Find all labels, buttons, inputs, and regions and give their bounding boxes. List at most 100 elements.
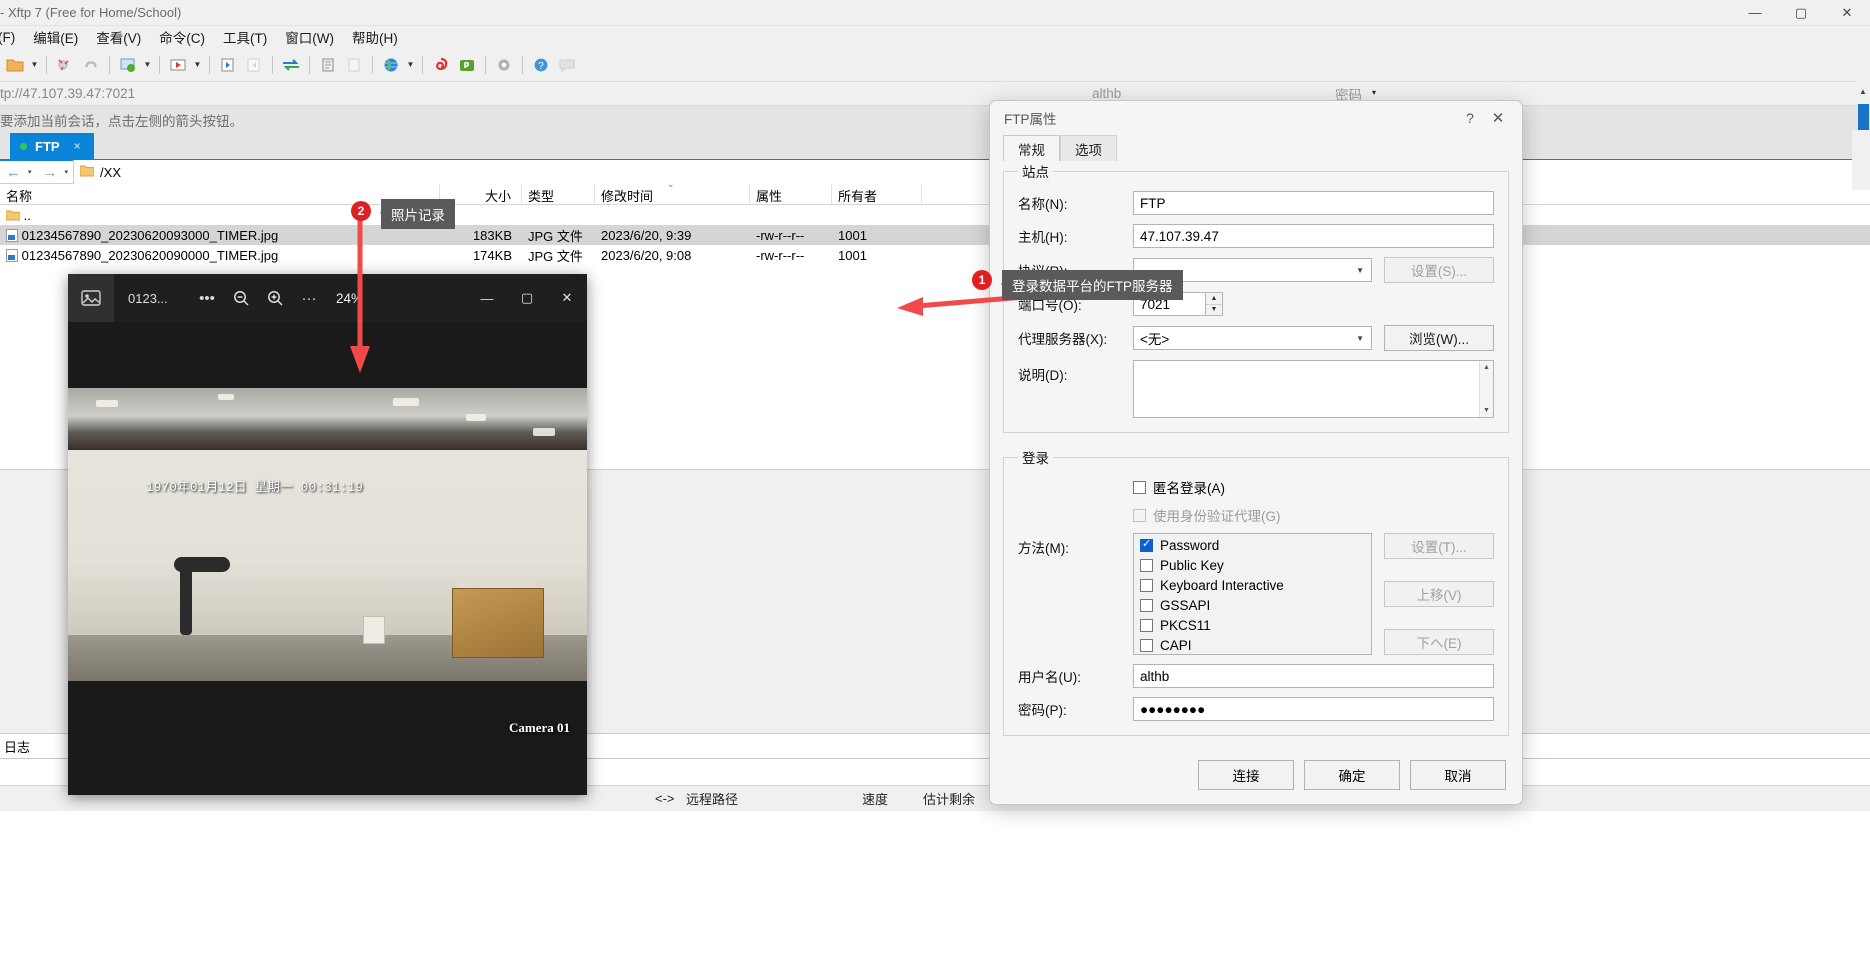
column-header-owner[interactable]: 所有者 bbox=[832, 184, 922, 204]
feedback-icon bbox=[554, 52, 580, 78]
photo-light-5 bbox=[533, 428, 555, 436]
login-username-row: 用户名(U): althb bbox=[1018, 664, 1494, 688]
column-header-name[interactable]: 名称 bbox=[0, 184, 440, 204]
photo-close-button[interactable]: ✕ bbox=[547, 274, 587, 322]
method-pkcs11-item[interactable]: PKCS11 bbox=[1140, 618, 1371, 633]
zoom-out-icon[interactable] bbox=[224, 274, 258, 322]
column-header-type[interactable]: 类型 bbox=[522, 184, 595, 204]
photo-overflow-icon[interactable]: ··· bbox=[292, 274, 326, 322]
tab-options[interactable]: 选项 bbox=[1060, 135, 1117, 161]
menu-window[interactable]: 窗口(W) bbox=[277, 25, 342, 49]
description-scrollbar[interactable]: ▲ ▼ bbox=[1479, 361, 1493, 417]
table-row[interactable]: 01234567890_20230620090000_TIMER.jpg 174… bbox=[0, 245, 1870, 265]
remote-path-input[interactable]: /XX bbox=[73, 160, 1870, 185]
photo-more-icon[interactable]: ••• bbox=[190, 274, 224, 322]
method-password-item[interactable]: Password bbox=[1140, 538, 1371, 553]
photo-light-1 bbox=[96, 400, 118, 407]
column-header-modified[interactable]: 修改时间 ⌄ bbox=[595, 184, 750, 204]
xftp-icon[interactable] bbox=[454, 52, 480, 78]
forward-button[interactable]: → bbox=[37, 164, 60, 181]
tab-close-icon[interactable]: × bbox=[74, 139, 81, 153]
site-proxy-select[interactable]: <无> ▼ bbox=[1133, 326, 1372, 350]
photo-camera-overlay: Camera 01 bbox=[509, 720, 570, 736]
paste-icon bbox=[341, 52, 367, 78]
run-icon[interactable] bbox=[165, 52, 191, 78]
maximize-button[interactable]: ▢ bbox=[1778, 0, 1824, 26]
login-method-list[interactable]: Password Public Key Keyboard Interactive… bbox=[1133, 533, 1372, 655]
port-increment-icon[interactable]: ▲ bbox=[1206, 293, 1222, 305]
ok-button[interactable]: 确定 bbox=[1304, 760, 1400, 790]
method-move-down-button[interactable]: 下へ(E) bbox=[1384, 629, 1494, 655]
method-keyboard-item[interactable]: Keyboard Interactive bbox=[1140, 578, 1371, 593]
proxy-browse-button[interactable]: 浏览(W)... bbox=[1384, 325, 1494, 351]
login-password-row: 密码(P): ●●●●●●●● bbox=[1018, 697, 1494, 721]
session-settings-caret-icon[interactable]: ▼ bbox=[141, 52, 154, 78]
column-header-attributes[interactable]: 属性 bbox=[750, 184, 832, 204]
help-icon[interactable]: ? bbox=[528, 52, 554, 78]
dialog-title-bar: FTP属性 ? ✕ bbox=[990, 101, 1522, 135]
cancel-button[interactable]: 取消 bbox=[1410, 760, 1506, 790]
address-dropdown-icon[interactable]: ▾ bbox=[1372, 88, 1376, 97]
zoom-in-icon[interactable] bbox=[258, 274, 292, 322]
site-description-textarea[interactable]: ▲ ▼ bbox=[1133, 360, 1494, 418]
connect-button[interactable]: 连接 bbox=[1198, 760, 1294, 790]
port-decrement-icon[interactable]: ▼ bbox=[1206, 305, 1222, 316]
back-button[interactable]: ← bbox=[0, 164, 23, 181]
file-owner-cell: 1001 bbox=[832, 228, 922, 243]
address-bar[interactable]: tp://47.107.39.47:7021 ▾ althb 密码 bbox=[0, 82, 1870, 106]
method-capi-item[interactable]: CAPI bbox=[1140, 638, 1371, 653]
menu-edit[interactable]: 编辑(E) bbox=[25, 25, 86, 49]
address-username-text[interactable]: althb bbox=[1092, 86, 1121, 101]
menu-command[interactable]: 命令(C) bbox=[151, 25, 213, 49]
method-settings-button[interactable]: 设置(T)... bbox=[1384, 533, 1494, 559]
dialog-close-icon[interactable]: ✕ bbox=[1484, 109, 1512, 127]
auth-agent-checkbox[interactable]: 使用身份验证代理(G) bbox=[1133, 505, 1494, 525]
table-row[interactable]: 01234567890_20230620093000_TIMER.jpg 183… bbox=[0, 225, 1870, 245]
xshell-icon[interactable] bbox=[428, 52, 454, 78]
sync-transfer-icon[interactable] bbox=[278, 52, 304, 78]
tab-general[interactable]: 常规 bbox=[1003, 135, 1060, 161]
method-move-up-button[interactable]: 上移(V) bbox=[1384, 581, 1494, 607]
table-row[interactable]: .. bbox=[0, 205, 1870, 225]
login-password-input[interactable]: ●●●●●●●● bbox=[1133, 697, 1494, 721]
site-name-input[interactable]: FTP bbox=[1133, 191, 1494, 215]
menu-help[interactable]: 帮助(H) bbox=[344, 25, 406, 49]
method-gssapi-item[interactable]: GSSAPI bbox=[1140, 598, 1371, 613]
file-owner-cell: 1001 bbox=[832, 248, 922, 263]
login-username-input[interactable]: althb bbox=[1133, 664, 1494, 688]
site-host-input[interactable]: 47.107.39.47 bbox=[1133, 224, 1494, 248]
session-settings-icon[interactable] bbox=[115, 52, 141, 78]
method-publickey-item[interactable]: Public Key bbox=[1140, 558, 1371, 573]
menu-tools[interactable]: 工具(T) bbox=[215, 25, 275, 49]
tab-ftp[interactable]: FTP × bbox=[10, 133, 94, 159]
back-caret-icon[interactable]: ▾ bbox=[23, 168, 37, 176]
anonymous-login-checkbox[interactable]: 匿名登录(A) bbox=[1133, 477, 1494, 497]
globe-icon[interactable] bbox=[378, 52, 404, 78]
open-folder-caret-icon[interactable]: ▼ bbox=[28, 52, 41, 78]
dialog-footer: 连接 确定 取消 bbox=[990, 746, 1522, 804]
forward-caret-icon[interactable]: ▾ bbox=[60, 168, 74, 176]
close-button[interactable]: ✕ bbox=[1824, 0, 1870, 26]
gear-icon[interactable] bbox=[491, 52, 517, 78]
annotation-tooltip-2: 照片记录 bbox=[381, 199, 455, 229]
menu-view[interactable]: 查看(V) bbox=[88, 25, 149, 49]
scroll-down-icon[interactable]: ▼ bbox=[1480, 404, 1493, 417]
annotation-tooltip-1: 登录数据平台的FTP服务器 bbox=[1002, 270, 1183, 300]
site-group-legend: 站点 bbox=[1018, 161, 1053, 181]
protocol-settings-button[interactable]: 设置(S)... bbox=[1384, 257, 1494, 283]
minimize-button[interactable]: — bbox=[1732, 0, 1778, 26]
copy-icon[interactable] bbox=[315, 52, 341, 78]
run-caret-icon[interactable]: ▼ bbox=[191, 52, 204, 78]
transfer-left-icon[interactable] bbox=[215, 52, 241, 78]
open-folder-icon[interactable] bbox=[2, 52, 28, 78]
globe-caret-icon[interactable]: ▼ bbox=[404, 52, 417, 78]
scroll-up-icon[interactable]: ▲ bbox=[1480, 361, 1493, 374]
address-url-text[interactable]: tp://47.107.39.47:7021 bbox=[0, 86, 135, 101]
photo-canvas[interactable]: 1970年01月12日 星期一 00:31:19 Camera 01 bbox=[68, 322, 587, 795]
scroll-up-icon[interactable]: ▲ bbox=[1856, 78, 1870, 104]
photo-maximize-button[interactable]: ▢ bbox=[507, 274, 547, 322]
menu-file[interactable]: (F) bbox=[0, 28, 23, 47]
dialog-help-icon[interactable]: ? bbox=[1456, 110, 1484, 126]
toolbar-separator bbox=[209, 56, 210, 74]
photo-minimize-button[interactable]: — bbox=[467, 274, 507, 322]
